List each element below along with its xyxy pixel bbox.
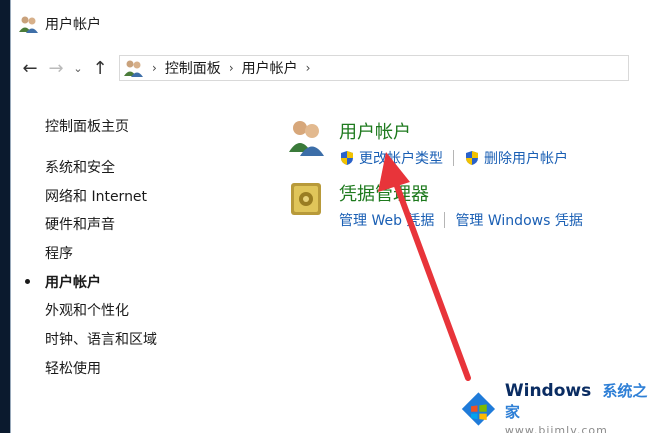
uac-shield-icon	[341, 151, 353, 165]
back-arrow-icon: ←	[22, 57, 38, 79]
watermark-brand: Windows	[504, 381, 592, 401]
breadcrumb-separator[interactable]: ›	[306, 61, 311, 75]
breadcrumb-separator: ›	[152, 61, 157, 75]
manage-web-credentials-link[interactable]: 管理 Web 凭据	[339, 210, 434, 230]
sidebar: 控制面板主页 系统和安全 网络和 Internet 硬件和声音 程序 用户帐户 …	[25, 112, 245, 383]
sidebar-item-programs[interactable]: 程序	[45, 239, 245, 268]
sidebar-item-system-security[interactable]: 系统和安全	[45, 153, 245, 182]
sidebar-item-home[interactable]: 控制面板主页	[45, 112, 245, 141]
navigation-bar: ← → ⌄ ↑ › 控制面板 › 用户帐户 ›	[11, 48, 650, 88]
user-accounts-section: 用户帐户 更改帐户类型 删除用户帐户	[287, 116, 568, 168]
sidebar-item-user-accounts[interactable]: 用户帐户	[25, 267, 245, 296]
link-divider	[453, 150, 454, 166]
sidebar-item-appearance[interactable]: 外观和个性化	[45, 296, 245, 325]
breadcrumb-control-panel[interactable]: 控制面板	[165, 58, 221, 78]
sidebar-item-clock-region[interactable]: 时钟、语言和区域	[45, 325, 245, 354]
breadcrumb-user-accounts[interactable]: 用户帐户	[242, 58, 298, 78]
chevron-down-icon: ⌄	[73, 61, 83, 75]
credential-manager-section: 凭据管理器 管理 Web 凭据 管理 Windows 凭据	[287, 178, 583, 230]
up-button[interactable]: ↑	[87, 55, 113, 81]
title-bar: 用户帐户	[11, 0, 650, 48]
manage-windows-credentials-link[interactable]: 管理 Windows 凭据	[455, 210, 582, 230]
window-title: 用户帐户	[45, 17, 101, 33]
breadcrumb-separator[interactable]: ›	[229, 61, 234, 75]
watermark-url: www.bjjmlv.com	[504, 424, 608, 433]
user-accounts-icon	[289, 121, 324, 156]
back-button[interactable]: ←	[17, 55, 43, 81]
delete-user-account-link[interactable]: 删除用户帐户	[464, 148, 568, 168]
forward-button[interactable]: →	[43, 55, 69, 81]
link-divider	[444, 212, 446, 228]
delete-user-account-label[interactable]: 删除用户帐户	[484, 148, 568, 168]
change-account-type-link[interactable]: 更改帐户类型	[339, 148, 443, 168]
up-arrow-icon: ↑	[92, 57, 108, 79]
credential-manager-title[interactable]: 凭据管理器	[339, 180, 583, 206]
address-bar[interactable]: › 控制面板 › 用户帐户 ›	[119, 55, 629, 81]
sidebar-item-ease-of-access[interactable]: 轻松使用	[45, 354, 245, 383]
recent-locations-button[interactable]: ⌄	[69, 55, 87, 81]
users-icon	[124, 60, 143, 77]
users-icon	[19, 16, 38, 33]
change-account-type-label[interactable]: 更改帐户类型	[359, 148, 443, 168]
sidebar-item-network[interactable]: 网络和 Internet	[45, 181, 245, 210]
sidebar-item-hardware-sound[interactable]: 硬件和声音	[45, 210, 245, 239]
control-panel-window: 用户帐户 ← → ⌄ ↑ › 控制面板 › 用户帐户 › 控制面板主页 系统和安…	[10, 0, 650, 433]
credential-vault-icon	[291, 183, 321, 215]
windows-logo-icon	[461, 391, 496, 426]
user-accounts-title[interactable]: 用户帐户	[339, 118, 568, 144]
site-watermark: Windows 系统之家 www.bjjmlv.com	[460, 380, 650, 433]
forward-arrow-icon: →	[48, 57, 64, 79]
uac-shield-icon	[466, 151, 478, 165]
